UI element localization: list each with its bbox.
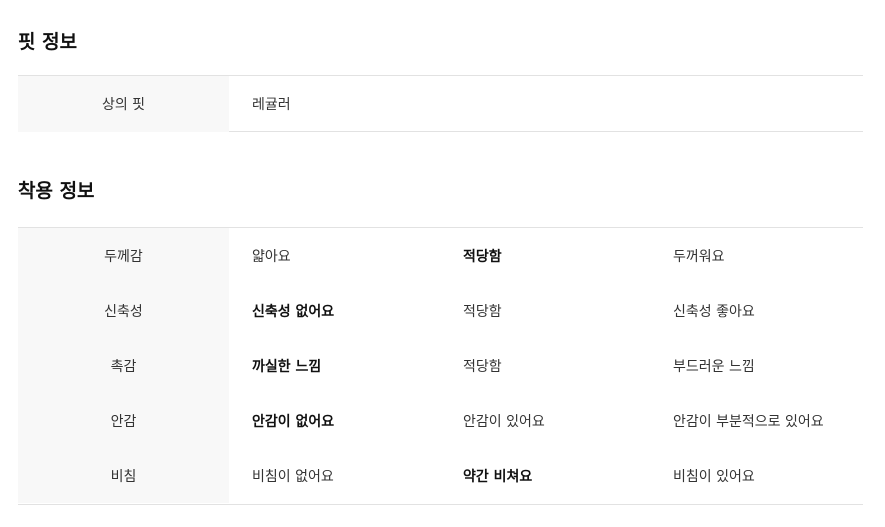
wear-row-sheerness: 비침 비침이 없어요 약간 비쳐요 비침이 있어요 [18, 448, 863, 503]
wear-option: 비침이 없어요 [252, 468, 334, 485]
wear-row-label: 안감 [18, 393, 229, 448]
wear-option: 안감이 부분적으로 있어요 [673, 413, 824, 430]
wear-row-touch: 촉감 까실한 느낌 적당함 부드러운 느낌 [18, 338, 863, 393]
wear-option: 안감이 있어요 [463, 413, 545, 430]
fit-value: 레귤러 [252, 97, 291, 113]
wear-row-label: 비침 [18, 448, 229, 503]
wear-option: 비침이 있어요 [673, 468, 755, 485]
wear-info-title: 착용 정보 [18, 180, 95, 202]
wear-option: 적당함 [463, 303, 502, 320]
fit-info-title: 핏 정보 [18, 31, 78, 53]
wear-row-thickness: 두께감 얇아요 적당함 두꺼워요 [18, 228, 863, 283]
wear-row-label: 신축성 [18, 283, 229, 338]
wear-option-selected: 까실한 느낌 [252, 358, 322, 375]
fit-info-table: 상의 핏 레귤러 [18, 75, 863, 132]
fit-label: 상의 핏 [18, 76, 229, 132]
wear-option: 적당함 [463, 358, 502, 375]
wear-option-selected: 신축성 없어요 [252, 303, 335, 320]
wear-info-table: 두께감 얇아요 적당함 두꺼워요 신축성 신축성 없어요 적당함 신축성 좋아요… [18, 227, 863, 505]
wear-option: 부드러운 느낌 [673, 358, 755, 375]
wear-option-selected: 적당함 [463, 248, 502, 265]
fit-row-top: 상의 핏 레귤러 [18, 76, 863, 132]
wear-row-label: 촉감 [18, 338, 229, 393]
wear-option-selected: 안감이 없어요 [252, 413, 335, 430]
wear-option: 두꺼워요 [673, 248, 725, 265]
wear-option: 신축성 좋아요 [673, 303, 755, 320]
wear-option-selected: 약간 비쳐요 [463, 468, 533, 485]
wear-row-stretch: 신축성 신축성 없어요 적당함 신축성 좋아요 [18, 283, 863, 338]
wear-row-label: 두께감 [18, 228, 229, 283]
wear-row-lining: 안감 안감이 없어요 안감이 있어요 안감이 부분적으로 있어요 [18, 393, 863, 448]
wear-option: 얇아요 [252, 248, 291, 265]
